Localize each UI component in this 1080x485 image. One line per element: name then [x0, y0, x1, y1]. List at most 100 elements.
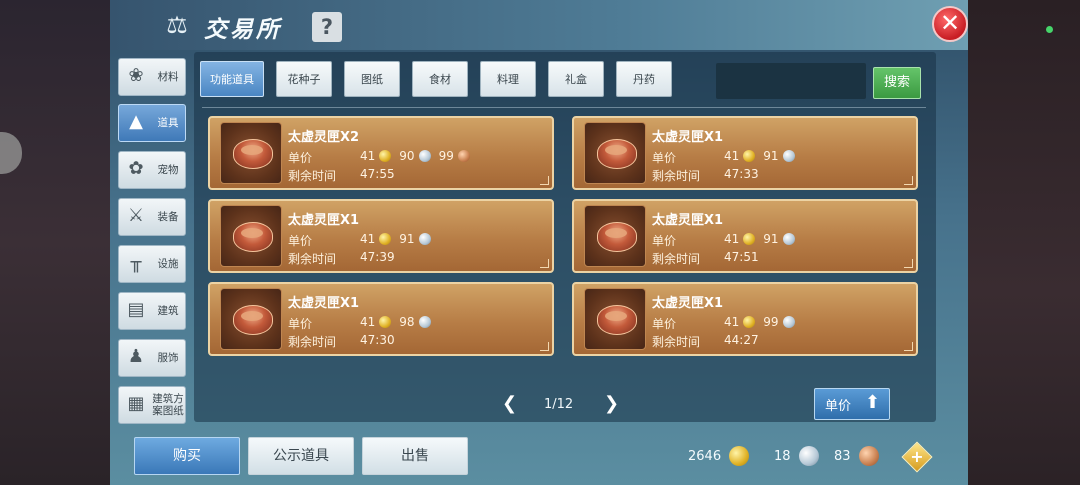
item-name: 太虚灵匣X2	[288, 130, 360, 145]
price-silver: 99	[763, 315, 779, 329]
materials-icon: ❀	[128, 65, 144, 86]
tab-flower-seeds[interactable]: 花种子	[276, 61, 332, 97]
exchange-window: ⚖ 交易所 ? ✕ ❀ 材料 ▲ 道具 ✿ 宠物 ⚔ 装备 ╥ 设施 ▤ 建筑	[110, 0, 968, 485]
silver-coin-icon	[418, 316, 431, 328]
tab-elixir[interactable]: 丹药	[616, 61, 672, 97]
sort-by-price-button[interactable]: 单价 ⬆	[814, 388, 890, 420]
price-silver: 91	[763, 232, 779, 246]
tab-blueprints[interactable]: 图纸	[344, 61, 400, 97]
category-label: 建筑方案图纸	[152, 393, 184, 417]
listing-card[interactable]: 太虚灵匣X1 单价 41 91 剩余时间 47:33	[572, 116, 918, 190]
category-label: 宠物	[157, 164, 179, 176]
next-page-button[interactable]: ❯	[604, 393, 619, 415]
category-label: 材料	[157, 71, 179, 83]
clothing-icon: ♟	[127, 346, 145, 367]
price: 41 98	[360, 314, 435, 330]
category-facility[interactable]: ╥ 设施	[118, 245, 186, 283]
price-gold: 41	[360, 149, 376, 163]
price-gold: 41	[724, 232, 740, 246]
props-icon: ▲	[129, 111, 143, 132]
corner-decoration	[904, 176, 913, 185]
window-title: 交易所	[204, 17, 282, 43]
category-label: 道具	[157, 117, 179, 129]
help-button[interactable]: ?	[312, 12, 342, 42]
gold-coin-icon	[379, 150, 392, 162]
spirit-box-icon	[220, 205, 282, 267]
time-left-value: 47:30	[360, 333, 395, 347]
tab-functional-props[interactable]: 功能道具	[200, 61, 264, 97]
time-left-value: 47:55	[360, 167, 395, 181]
plus-icon: +	[910, 447, 924, 466]
unit-price-label: 单价	[288, 234, 313, 248]
price-gold: 41	[724, 315, 740, 329]
time-left-label: 剩余时间	[652, 335, 701, 349]
silver-amount: 18	[774, 448, 791, 464]
tab-divider	[202, 107, 926, 108]
price-gold: 41	[360, 232, 376, 246]
scale-icon: ⚖	[166, 11, 188, 39]
tab-cooking[interactable]: 料理	[480, 61, 536, 97]
category-blueprint[interactable]: ▦ 建筑方案图纸	[118, 386, 186, 424]
time-left-label: 剩余时间	[288, 169, 337, 183]
unit-price-label: 单价	[652, 151, 677, 165]
listing-card[interactable]: 太虚灵匣X1 单价 41 91 剩余时间 47:51	[572, 199, 918, 273]
category-label: 服饰	[157, 352, 179, 364]
item-name: 太虚灵匣X1	[288, 213, 360, 228]
corner-decoration	[540, 259, 549, 268]
building-icon: ▤	[127, 299, 145, 320]
category-building[interactable]: ▤ 建筑	[118, 292, 186, 330]
blueprint-icon: ▦	[127, 393, 145, 414]
category-equipment[interactable]: ⚔ 装备	[118, 198, 186, 236]
spirit-box-icon	[220, 288, 282, 350]
title-bar: ⚖ 交易所 ? ✕	[110, 0, 968, 50]
price-copper: 99	[438, 149, 454, 163]
category-pets[interactable]: ✿ 宠物	[118, 151, 186, 189]
unit-price-label: 单价	[652, 317, 677, 331]
time-left-value: 47:51	[724, 250, 759, 264]
category-props[interactable]: ▲ 道具	[118, 104, 186, 142]
gold-coin-icon	[743, 150, 756, 162]
tab-gift-box[interactable]: 礼盒	[548, 61, 604, 97]
item-name: 太虚灵匣X1	[288, 296, 360, 311]
time-left-label: 剩余时间	[652, 169, 701, 183]
category-label: 装备	[157, 211, 179, 223]
unit-price-label: 单价	[288, 151, 313, 165]
spirit-box-icon	[584, 288, 646, 350]
market-panel: 功能道具 花种子 图纸 食材 料理 礼盒 丹药 搜索 太虚灵匣X2 单价 41 …	[194, 52, 936, 422]
price-gold: 41	[360, 315, 376, 329]
time-left-value: 47:33	[724, 167, 759, 181]
wallet-gold: 2646	[688, 445, 753, 467]
price-silver: 90	[399, 149, 415, 163]
category-materials[interactable]: ❀ 材料	[118, 58, 186, 96]
status-indicator-dot	[1046, 26, 1053, 33]
unit-price-label: 单价	[288, 317, 313, 331]
listing-card[interactable]: 太虚灵匣X1 单价 41 98 剩余时间 47:30	[208, 282, 554, 356]
close-icon: ✕	[939, 9, 961, 37]
sell-button[interactable]: 出售	[362, 437, 468, 475]
close-button[interactable]: ✕	[932, 6, 968, 42]
price: 41 91	[724, 231, 799, 247]
time-left-label: 剩余时间	[652, 252, 701, 266]
item-name: 太虚灵匣X1	[652, 296, 724, 311]
price-silver: 91	[399, 232, 415, 246]
add-currency-button[interactable]: +	[901, 441, 933, 473]
copper-coin-icon	[858, 446, 879, 466]
tab-ingredients[interactable]: 食材	[412, 61, 468, 97]
listing-card[interactable]: 太虚灵匣X2 单价 41 90 99 剩余时间 47:55	[208, 116, 554, 190]
time-left-label: 剩余时间	[288, 335, 337, 349]
search-input[interactable]	[716, 63, 866, 99]
buy-button[interactable]: 购买	[134, 437, 240, 475]
spirit-box-icon	[220, 122, 282, 184]
public-items-button[interactable]: 公示道具	[248, 437, 354, 475]
price: 41 91	[360, 231, 435, 247]
silver-coin-icon	[782, 233, 795, 245]
price-gold: 41	[724, 149, 740, 163]
price-silver: 91	[763, 149, 779, 163]
listing-card[interactable]: 太虚灵匣X1 单价 41 99 剩余时间 44:27	[572, 282, 918, 356]
gold-coin-icon	[729, 446, 750, 466]
search-button[interactable]: 搜索	[873, 67, 921, 99]
prev-page-button[interactable]: ❮	[502, 393, 517, 415]
listing-card[interactable]: 太虚灵匣X1 单价 41 91 剩余时间 47:39	[208, 199, 554, 273]
price-silver: 98	[399, 315, 415, 329]
category-clothing[interactable]: ♟ 服饰	[118, 339, 186, 377]
